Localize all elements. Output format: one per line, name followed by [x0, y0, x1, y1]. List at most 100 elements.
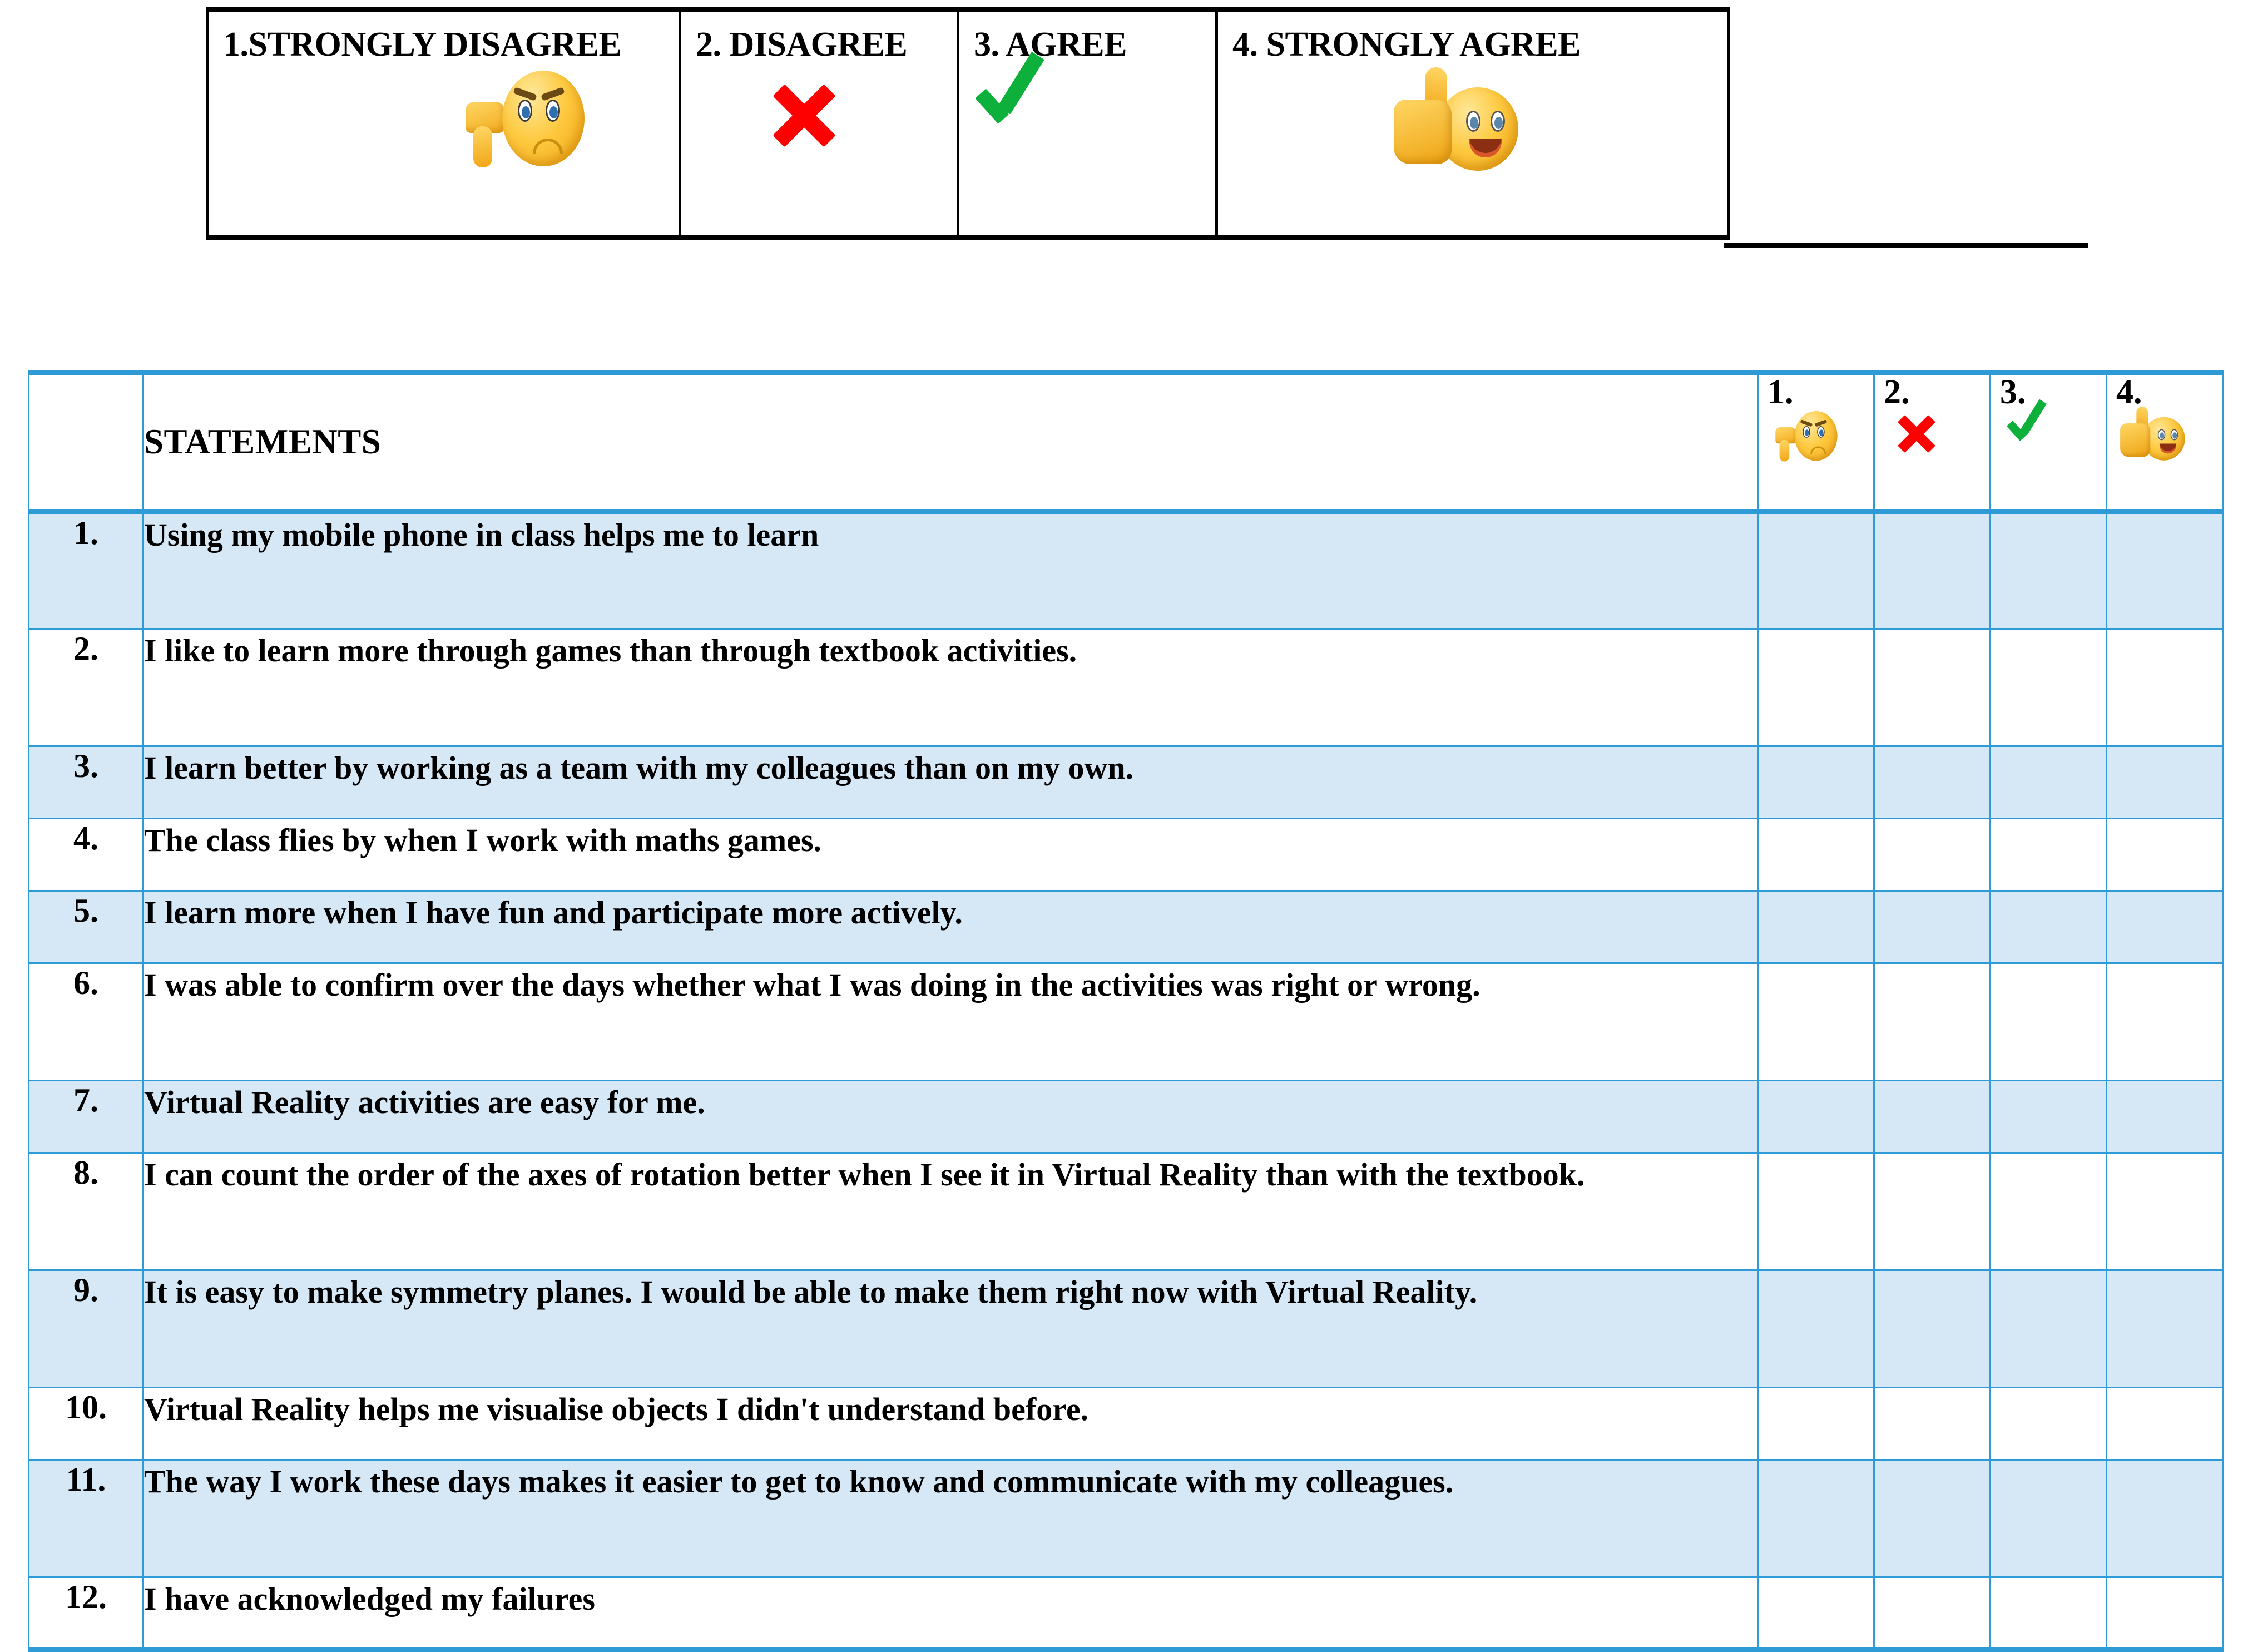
rating-header-3: 3. [1989, 370, 2107, 514]
rating-cell-3[interactable] [1989, 1152, 2107, 1271]
rating-cell-1[interactable] [1757, 628, 1875, 747]
rating-cell-1[interactable] [1757, 1459, 1875, 1578]
rating-cell-1[interactable] [1757, 890, 1875, 964]
rating-cell-1[interactable] [1757, 962, 1875, 1081]
legend-icon-slot [974, 51, 1215, 180]
table-row: 9. It is easy to make symmetry planes. I… [28, 1269, 2224, 1388]
rating-cell-2[interactable] [1873, 1387, 1991, 1461]
row-number: 2. [28, 628, 144, 747]
table-row: 11. The way I work these days makes it e… [28, 1459, 2224, 1578]
rating-cell-4[interactable] [2106, 628, 2224, 747]
row-statement: Virtual Reality helps me visualise objec… [142, 1387, 1759, 1461]
legend-cell-agree: 3. AGREE [957, 9, 1218, 238]
legend-label-strongly-agree: 4. STRONGLY AGREE [1232, 26, 1581, 63]
rating-cell-1[interactable] [1757, 818, 1875, 892]
green-check-mark-icon [2006, 397, 2053, 442]
rating-cell-2[interactable] [1873, 628, 1991, 747]
rating-cell-4[interactable] [2106, 962, 2224, 1081]
red-cross-mark-icon [768, 80, 840, 152]
rating-cell-1[interactable] [1757, 1387, 1875, 1461]
legend-cell-strongly-disagree: 1.STRONGLY DISAGREE [206, 9, 681, 238]
row-statement: I learn better by working as a team with… [142, 745, 1759, 819]
row-number: 11. [28, 1459, 144, 1578]
row-statement: I was able to confirm over the days whet… [142, 962, 1759, 1081]
row-number: 12. [28, 1576, 144, 1652]
rating-cell-3[interactable] [1989, 628, 2107, 747]
table-row: 3. I learn better by working as a team w… [28, 745, 2224, 819]
rating-cell-2[interactable] [1873, 1576, 1991, 1652]
survey-table-container: STATEMENTS 1. 2. 3. 4. 1. Using my mobil… [28, 370, 2224, 1652]
rating-cell-1[interactable] [1757, 1152, 1875, 1271]
rating-cell-4[interactable] [2106, 511, 2224, 630]
row-statement: I like to learn more through games than … [142, 628, 1759, 747]
rating-cell-2[interactable] [1873, 1152, 1991, 1271]
rating-cell-2[interactable] [1873, 890, 1991, 964]
rating-cell-1[interactable] [1757, 1576, 1875, 1652]
legend-icon-slot [223, 70, 679, 180]
rating-cell-4[interactable] [2106, 890, 2224, 964]
row-statement: The class flies by when I work with math… [142, 818, 1759, 892]
rating-cell-3[interactable] [1989, 745, 2107, 819]
rating-cell-3[interactable] [1989, 962, 2107, 1081]
rating-cell-1[interactable] [1757, 1269, 1875, 1388]
legend-icon-slot [1232, 67, 1727, 180]
row-number: 5. [28, 890, 144, 964]
legend-icon-slot [696, 74, 957, 180]
legend-row: 1.STRONGLY DISAGREE 2. DISAGREE 3. AGREE… [206, 9, 1730, 238]
rating-cell-3[interactable] [1989, 818, 2107, 892]
rating-cell-1[interactable] [1757, 1080, 1875, 1154]
thumbs-down-sad-face-emoji [1771, 411, 1849, 463]
survey-header-row: STATEMENTS 1. 2. 3. 4. [28, 370, 2224, 514]
rating-header-number: 2. [1884, 373, 1910, 411]
row-number: 8. [28, 1152, 144, 1271]
rating-header-number: 1. [1767, 373, 1794, 411]
rating-cell-2[interactable] [1873, 1269, 1991, 1388]
rating-cell-4[interactable] [2106, 1080, 2224, 1154]
rating-cell-4[interactable] [2106, 1152, 2224, 1271]
survey-table: STATEMENTS 1. 2. 3. 4. 1. Using my mobil… [28, 370, 2224, 1652]
rating-cell-4[interactable] [2106, 1269, 2224, 1388]
header-blank-cell [28, 370, 144, 514]
table-row: 4. The class flies by when I work with m… [28, 818, 2224, 892]
rating-cell-4[interactable] [2106, 1576, 2224, 1652]
rating-cell-2[interactable] [1873, 1459, 1991, 1578]
rating-header-icon-slot [1759, 411, 1873, 472]
red-cross-mark-icon [1895, 412, 1938, 456]
rating-cell-4[interactable] [2106, 745, 2224, 819]
rating-cell-2[interactable] [1873, 511, 1991, 630]
rating-cell-2[interactable] [1873, 745, 1991, 819]
rating-cell-1[interactable] [1757, 511, 1875, 630]
rating-cell-3[interactable] [1989, 511, 2107, 630]
rating-cell-2[interactable] [1873, 818, 1991, 892]
rating-cell-4[interactable] [2106, 1387, 2224, 1461]
row-number: 1. [28, 511, 144, 630]
rating-cell-3[interactable] [1989, 890, 2107, 964]
row-number: 7. [28, 1080, 144, 1154]
legend-label-strongly-disagree: 1.STRONGLY DISAGREE [223, 26, 622, 63]
rating-cell-3[interactable] [1989, 1269, 2107, 1388]
row-statement: The way I work these days makes it easie… [142, 1459, 1759, 1578]
rating-cell-3[interactable] [1989, 1576, 2107, 1652]
table-row: 1. Using my mobile phone in class helps … [28, 511, 2224, 630]
row-statement: It is easy to make symmetry planes. I wo… [142, 1269, 1759, 1388]
row-statement: Virtual Reality activities are easy for … [142, 1080, 1759, 1154]
rating-header-icon-slot [1875, 411, 1989, 472]
legend-cell-strongly-agree: 4. STRONGLY AGREE [1215, 9, 1730, 238]
legend-cell-disagree: 2. DISAGREE [679, 9, 959, 238]
table-row: 2. I like to learn more through games th… [28, 628, 2224, 747]
rating-cell-1[interactable] [1757, 745, 1875, 819]
row-number: 4. [28, 818, 144, 892]
legend-table: 1.STRONGLY DISAGREE 2. DISAGREE 3. AGREE… [206, 7, 1730, 240]
rating-cell-3[interactable] [1989, 1080, 2107, 1154]
thumbs-down-sad-face-emoji [457, 70, 607, 171]
row-statement: Using my mobile phone in class helps me … [142, 511, 1759, 630]
table-row: 8. I can count the order of the axes of … [28, 1152, 2224, 1271]
green-check-mark-icon [975, 47, 1055, 125]
rating-cell-3[interactable] [1989, 1459, 2107, 1578]
rating-cell-4[interactable] [2106, 818, 2224, 892]
rating-cell-2[interactable] [1873, 962, 1991, 1081]
rating-cell-4[interactable] [2106, 1459, 2224, 1578]
rating-cell-3[interactable] [1989, 1387, 2107, 1461]
rating-cell-2[interactable] [1873, 1080, 1991, 1154]
rating-header-4: 4. [2106, 370, 2224, 514]
